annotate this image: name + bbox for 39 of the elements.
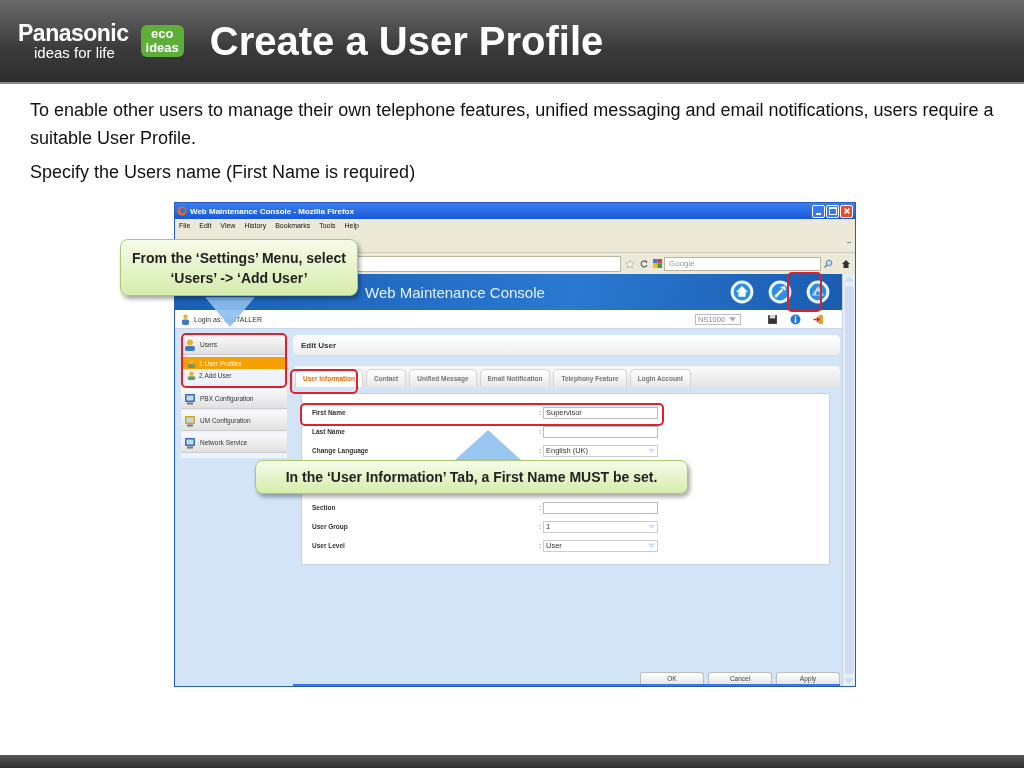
user-icon: [181, 313, 190, 325]
computer-icon: [184, 392, 196, 405]
exit-icon[interactable]: [813, 313, 824, 325]
eco-badge: eco ideas: [140, 25, 184, 57]
minimize-button[interactable]: [812, 204, 825, 218]
home-icon[interactable]: [841, 258, 851, 269]
brand-name: Panasonic: [18, 21, 129, 45]
panel-title: Edit User: [301, 340, 337, 350]
home-icon[interactable]: [730, 280, 754, 304]
input-field[interactable]: [543, 425, 658, 438]
slide-title: Create a User Profile: [209, 18, 604, 64]
computer-icon: [184, 414, 196, 427]
body-text: To enable other users to manage their own telephone features, unified messaging and email notifications, users require a suitable User Profile.: [30, 99, 994, 150]
settings-icon[interactable]: [806, 280, 830, 304]
scrollbar[interactable]: [842, 274, 855, 686]
search-icon[interactable]: [823, 258, 833, 269]
highlight-frame: [290, 369, 358, 394]
user-icon: [187, 358, 196, 368]
hint-tooltip: From the ‘Settings’ Menu, select ‘Users’ -> ‘Add User’: [120, 239, 358, 296]
hammer-icon[interactable]: [768, 280, 792, 304]
globe-icon: [177, 206, 187, 216]
search-field[interactable]: Google: [664, 256, 821, 271]
brand-tagline: ideas for life: [34, 45, 116, 61]
user-icon: [187, 370, 196, 380]
maximize-button[interactable]: [826, 204, 839, 218]
star-icon[interactable]: [625, 258, 635, 269]
pointer-arrow: [455, 430, 521, 460]
console-title: Web Maintenance Console: [365, 283, 545, 301]
body-text: Specify the Users name (First Name is required): [30, 161, 417, 184]
highlight-frame: [787, 272, 822, 312]
reload-icon[interactable]: [639, 258, 649, 269]
hint-tooltip: In the ‘User Information’ Tab, a First Name MUST be set.: [255, 460, 688, 494]
user-icon: [184, 338, 196, 351]
window-title: Web Maintenance Console - Mozilla Firefox: [190, 206, 355, 216]
computer-icon: [184, 436, 196, 449]
save-icon[interactable]: [767, 313, 778, 325]
search-engine-icon: [653, 259, 662, 268]
info-icon[interactable]: [790, 313, 801, 325]
input-field[interactable]: [543, 501, 658, 514]
